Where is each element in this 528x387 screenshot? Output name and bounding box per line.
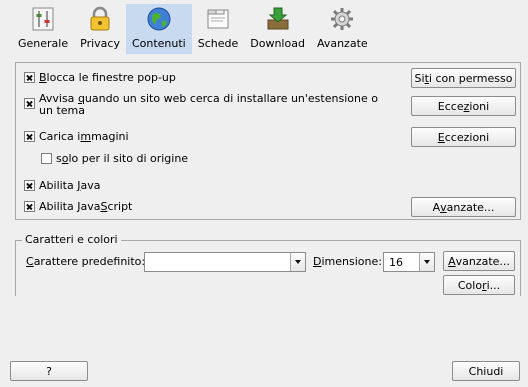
- origin-only-checkbox[interactable]: [41, 153, 52, 164]
- toolbar-item-label: Download: [250, 37, 305, 50]
- block-popups-option[interactable]: Blocca le finestre pop-up: [24, 71, 176, 84]
- preferences-toolbar: Generale Privacy Contenuti Schede Downlo…: [12, 4, 374, 54]
- toolbar-item-label: Privacy: [80, 37, 120, 50]
- toolbar-item-schede[interactable]: Schede: [192, 4, 245, 54]
- download-icon: [267, 7, 289, 30]
- size-label: Dimensione:: [313, 255, 382, 268]
- toolbar-item-download[interactable]: Download: [244, 4, 311, 54]
- close-button[interactable]: Chiudi: [452, 361, 520, 381]
- origin-only-option[interactable]: solo per il sito di origine: [41, 152, 188, 165]
- enable-js-option[interactable]: Abilita JavaScript: [24, 200, 132, 213]
- toolbar-item-label: Generale: [18, 37, 69, 50]
- tabs-icon: [207, 9, 229, 29]
- toolbar-item-label: Contenuti: [131, 37, 186, 50]
- lock-icon: [90, 6, 110, 31]
- font-size-select[interactable]: 16: [383, 252, 435, 272]
- enable-java-option[interactable]: Abilita Java: [24, 179, 100, 192]
- warn-install-label: Avvisa quando un sito web cerca di insta…: [39, 92, 378, 117]
- default-font-select[interactable]: [144, 252, 306, 272]
- exceptions-images-button[interactable]: Eccezioni: [411, 127, 516, 147]
- fonts-colors-group: Caratteri e colori Carattere predefinito…: [15, 233, 521, 296]
- js-advanced-button[interactable]: Av anzate...: [411, 197, 516, 217]
- allowed-sites-button[interactable]: Si t i con permesso: [411, 68, 516, 88]
- general-settings-icon: [32, 7, 54, 31]
- toolbar-item-label: Schede: [197, 37, 239, 50]
- load-images-checkbox[interactable]: [24, 131, 35, 142]
- font-size-value: 16: [389, 255, 403, 269]
- warn-install-option[interactable]: Avvisa quando un sito web cerca di insta…: [24, 93, 394, 117]
- load-images-label: Carica immagini: [39, 130, 129, 143]
- chevron-down-icon[interactable]: [419, 253, 434, 271]
- block-popups-label: Blocca le finestre pop-up: [39, 71, 176, 84]
- toolbar-item-avanzate[interactable]: Avanzate: [311, 4, 374, 54]
- chevron-down-icon[interactable]: [290, 253, 305, 271]
- load-images-option[interactable]: Carica immagini: [24, 130, 129, 143]
- origin-only-label: solo per il sito di origine: [56, 152, 189, 165]
- toolbar-item-label: Avanzate: [316, 37, 368, 50]
- colors-button[interactable]: Colo r i...: [443, 275, 515, 295]
- enable-java-checkbox[interactable]: [24, 180, 35, 191]
- block-popups-checkbox[interactable]: [24, 72, 35, 83]
- enable-js-label: Abilita JavaScript: [39, 200, 133, 213]
- enable-js-checkbox[interactable]: [24, 201, 35, 212]
- gear-icon: [331, 8, 354, 30]
- content-panel: Blocca le finestre pop-up Avvisa quando …: [15, 62, 521, 220]
- fonts-advanced-button[interactable]: Avanzate...: [443, 251, 515, 271]
- toolbar-item-generale[interactable]: Generale: [12, 4, 74, 54]
- help-button[interactable]: ?: [10, 361, 88, 381]
- exceptions-install-button[interactable]: Ecce z ioni: [411, 96, 516, 116]
- default-font-label: Carattere predefinito:: [26, 255, 146, 268]
- warn-install-checkbox[interactable]: [24, 98, 35, 109]
- fonts-colors-title: Caratteri e colori: [22, 233, 121, 247]
- toolbar-item-contenuti[interactable]: Contenuti: [125, 4, 192, 54]
- toolbar-item-privacy[interactable]: Privacy: [74, 4, 126, 54]
- globe-icon: [147, 7, 171, 31]
- enable-java-label: Abilita Java: [39, 179, 101, 192]
